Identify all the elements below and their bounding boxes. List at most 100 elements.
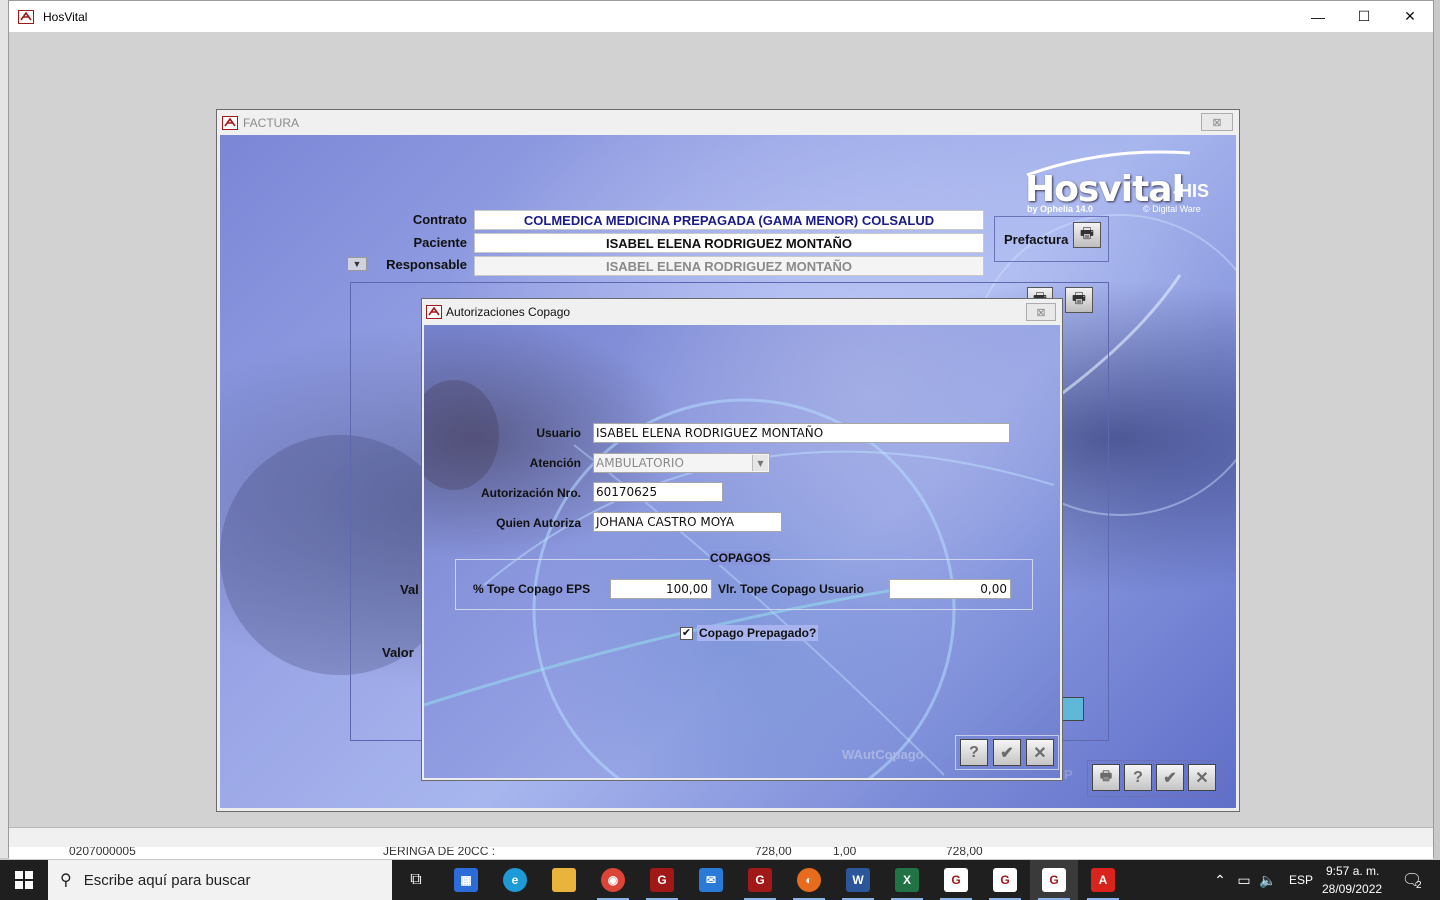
store-icon[interactable]: ▦ <box>442 860 490 900</box>
paciente-label: Paciente <box>413 235 467 250</box>
hosvital-logo-icon <box>426 305 442 319</box>
val-label: Val <box>400 582 419 597</box>
copagos-group: COPAGOS % Tope Copago EPS 100,00 Vlr. To… <box>455 551 1033 610</box>
checkmark-icon: ✔ <box>681 627 692 639</box>
dialog-body: Usuario ISABEL ELENA RODRIGUEZ MONTAÑO A… <box>424 325 1060 778</box>
network-icon[interactable]: ▭ <box>1232 860 1256 900</box>
search-icon: ⚲ <box>60 872 72 889</box>
printer-icon: 🖶 <box>1071 289 1087 307</box>
background-table-row: 0207000005 JERINGA DE 20CC : 728,00 1,00… <box>9 847 1433 859</box>
chrome-icon[interactable]: ◉ <box>589 860 637 900</box>
hosvital-logo-icon <box>222 115 238 130</box>
valor-label: Valor <box>382 645 414 660</box>
quien-autoriza-field[interactable]: JOHANA CASTRO MOYA <box>593 512 782 532</box>
row-quantity: 1,00 <box>833 847 857 858</box>
window-name-label: WAutCopago <box>842 747 924 762</box>
contrato-label: Contrato <box>412 212 467 227</box>
hosvital-app-icon[interactable]: G <box>638 860 686 900</box>
app-title: HosVital <box>43 9 88 24</box>
notifications-icon[interactable]: 🗨 2 <box>1392 860 1432 900</box>
row-description: JERINGA DE 20CC : <box>383 847 496 858</box>
clock-date[interactable]: 28/09/2022 <box>1322 882 1382 896</box>
help-button[interactable]: ? <box>960 739 988 766</box>
close-icon: ⊠ <box>1212 116 1222 129</box>
tope-eps-label: % Tope Copago EPS <box>473 582 591 596</box>
taskbar-search[interactable]: ⚲ Escribe aquí para buscar <box>48 860 392 900</box>
factura-titlebar[interactable]: FACTURA ⊠ <box>217 110 1239 135</box>
word-icon[interactable]: W <box>834 860 882 900</box>
dialog-close-button[interactable]: ⊠ <box>1026 303 1056 321</box>
hosvital-app-icon-2[interactable]: G <box>736 860 784 900</box>
excel-icon[interactable]: X <box>883 860 931 900</box>
dialog-titlebar[interactable]: Autorizaciones Copago ⊠ <box>422 299 1062 325</box>
row-total: 728,00 <box>946 847 983 858</box>
tope-usuario-label: Vlr. Tope Copago Usuario <box>718 582 864 596</box>
factura-print-button[interactable]: 🖶 <box>1092 764 1120 791</box>
help-icon: ? <box>1133 768 1143 786</box>
usuario-field[interactable]: ISABEL ELENA RODRIGUEZ MONTAÑO <box>593 423 1010 443</box>
printer-icon: 🖶 <box>1099 767 1113 783</box>
prefactura-print-button[interactable]: 🖶 <box>1073 222 1101 248</box>
tope-eps-field[interactable]: 100,00 <box>610 579 712 599</box>
atencion-label: Atención <box>529 456 581 470</box>
clock-time[interactable]: 9:57 a. m. <box>1326 864 1379 878</box>
autorizaciones-copago-dialog: Autorizaciones Copago ⊠ Usuario ISABEL E… <box>421 298 1063 781</box>
autorizacion-field[interactable]: 60170625 <box>593 482 723 502</box>
hosvital-window-icon-3[interactable]: G <box>1030 860 1078 900</box>
minimize-button[interactable]: — <box>1295 1 1341 32</box>
partial-p-label: P <box>1064 767 1073 782</box>
cancel-button[interactable]: ✕ <box>1026 739 1054 766</box>
dialog-title: Autorizaciones Copago <box>446 305 571 319</box>
language-indicator[interactable]: ESP <box>1289 873 1313 887</box>
responsable-field[interactable]: ISABEL ELENA RODRIGUEZ MONTAÑO <box>474 256 984 276</box>
chevron-down-icon[interactable]: ▼ <box>752 455 768 471</box>
dialog-button-group: ? ✔ ✕ <box>955 735 1059 770</box>
app-horizontal-scrollbar[interactable] <box>9 827 1433 847</box>
app-titlebar[interactable]: HosVital — ☐ ✕ <box>9 1 1433 32</box>
row-value: 728,00 <box>755 847 792 858</box>
atencion-select[interactable]: AMBULATORIO ▼ <box>593 453 770 473</box>
hosvital-window-icon-2[interactable]: G <box>981 860 1029 900</box>
factura-close-button[interactable]: ⊠ <box>1201 113 1233 131</box>
edge-browser-icon[interactable]: e <box>491 860 539 900</box>
factura-button-group: 🖶 ? ✔ ✕ <box>1087 760 1223 797</box>
help-icon: ? <box>969 743 979 761</box>
responsable-label: Responsable <box>386 257 467 272</box>
print-button[interactable]: 🖶 <box>1065 287 1093 313</box>
maximize-button[interactable]: ☐ <box>1341 1 1387 32</box>
firefox-icon[interactable]: ◐ <box>785 860 833 900</box>
copago-prepagado-label[interactable]: Copago Prepagado? <box>697 625 819 641</box>
task-view-icon[interactable]: ⧉ <box>392 860 440 900</box>
copago-prepagado-checkbox[interactable]: ✔ <box>680 627 693 640</box>
factura-help-button[interactable]: ? <box>1124 764 1152 791</box>
close-button[interactable]: ✕ <box>1387 1 1433 32</box>
logo-company: © Digital Ware <box>1143 204 1201 214</box>
mail-icon[interactable]: ✉ <box>687 860 735 900</box>
atencion-value: AMBULATORIO <box>596 456 684 470</box>
windows-taskbar: ⚲ Escribe aquí para buscar ⧉ ▦ e ◉ G ✉ G… <box>0 860 1440 900</box>
paciente-field[interactable]: ISABEL ELENA RODRIGUEZ MONTAÑO <box>474 233 984 253</box>
factura-accept-button[interactable]: ✔ <box>1156 764 1184 791</box>
notification-count: 2 <box>1416 880 1422 891</box>
row-code: 0207000005 <box>69 847 136 858</box>
prefactura-label: Prefactura <box>1004 231 1069 247</box>
volume-icon[interactable]: 🔈 <box>1256 860 1280 900</box>
acrobat-icon[interactable]: A <box>1079 860 1127 900</box>
factura-cancel-button[interactable]: ✕ <box>1188 764 1216 791</box>
accept-button[interactable]: ✔ <box>993 739 1021 766</box>
hosvital-window-icon-1[interactable]: G <box>932 860 980 900</box>
start-button[interactable] <box>0 860 48 900</box>
close-icon: ✕ <box>1195 769 1209 787</box>
logo-suffix: -HIS <box>1173 181 1209 201</box>
desktop-edge <box>0 0 8 858</box>
checkmark-icon: ✔ <box>1000 744 1014 762</box>
contrato-field[interactable]: COLMEDICA MEDICINA PREPAGADA (GAMA MENOR… <box>474 210 984 230</box>
copagos-title: COPAGOS <box>709 551 772 565</box>
chevron-up-icon[interactable]: ⌃ <box>1208 860 1232 900</box>
tope-usuario-field[interactable]: 0,00 <box>889 579 1011 599</box>
printer-icon: 🖶 <box>1079 224 1095 242</box>
file-explorer-icon[interactable] <box>540 860 588 900</box>
logo-version: by Ophelia 14.0 <box>1027 204 1094 214</box>
autorizacion-label: Autorización Nro. <box>480 486 581 500</box>
quien-autoriza-label: Quien Autoriza <box>496 516 581 530</box>
